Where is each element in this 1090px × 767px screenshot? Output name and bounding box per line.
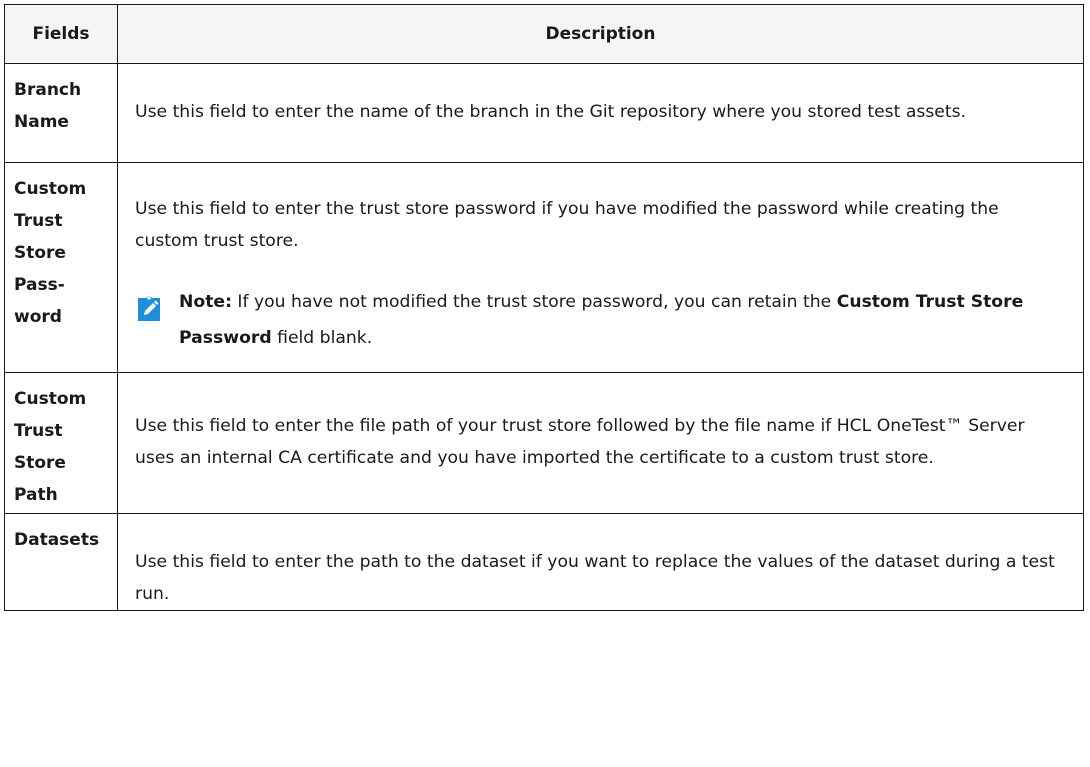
description-cell: Use this field to enter the name of the … <box>117 63 1084 163</box>
description-cell: Use this field to enter the trust store … <box>117 162 1084 373</box>
description-text: Use this field to enter the name of the … <box>135 102 967 122</box>
table-row: Custom Trust Store Path Use this field t… <box>4 372 1084 514</box>
field-name-custom-trust-store-path: Custom Trust Store Path <box>14 389 87 505</box>
description-text: Use this field to enter the trust store … <box>135 199 999 251</box>
fields-table: Fields Description Branch Name Use this … <box>4 4 1084 611</box>
header-fields: Fields <box>4 4 118 64</box>
table-row: Datasets Use this field to enter the pat… <box>4 513 1084 611</box>
description-text: Use this field to enter the path to the … <box>135 552 1055 604</box>
field-cell: Custom Trust Store Pass- word <box>4 162 118 373</box>
description-cell: Use this field to enter the file path of… <box>117 372 1084 514</box>
table-row: Custom Trust Store Pass- word Use this f… <box>4 162 1084 373</box>
field-cell: Custom Trust Store Path <box>4 372 118 514</box>
note-box: Note: If you have not modified the trust… <box>135 284 1067 356</box>
field-name-datasets: Datasets <box>14 530 100 550</box>
field-cell: Branch Name <box>4 63 118 163</box>
note-text: Note: If you have not modified the trust… <box>179 292 1024 348</box>
header-description: Description <box>117 4 1084 64</box>
field-name-branch-name: Branch Name <box>14 80 82 132</box>
note-pencil-icon <box>138 296 160 321</box>
note-label: Note: <box>179 292 232 312</box>
table-row: Branch Name Use this field to enter the … <box>4 63 1084 163</box>
field-cell: Datasets <box>4 513 118 611</box>
description-text: Use this field to enter the file path of… <box>135 416 1025 468</box>
table-header-row: Fields Description <box>4 4 1084 64</box>
field-name-custom-trust-store-password: Custom Trust Store Pass- word <box>14 179 87 327</box>
description-cell: Use this field to enter the path to the … <box>117 513 1084 611</box>
